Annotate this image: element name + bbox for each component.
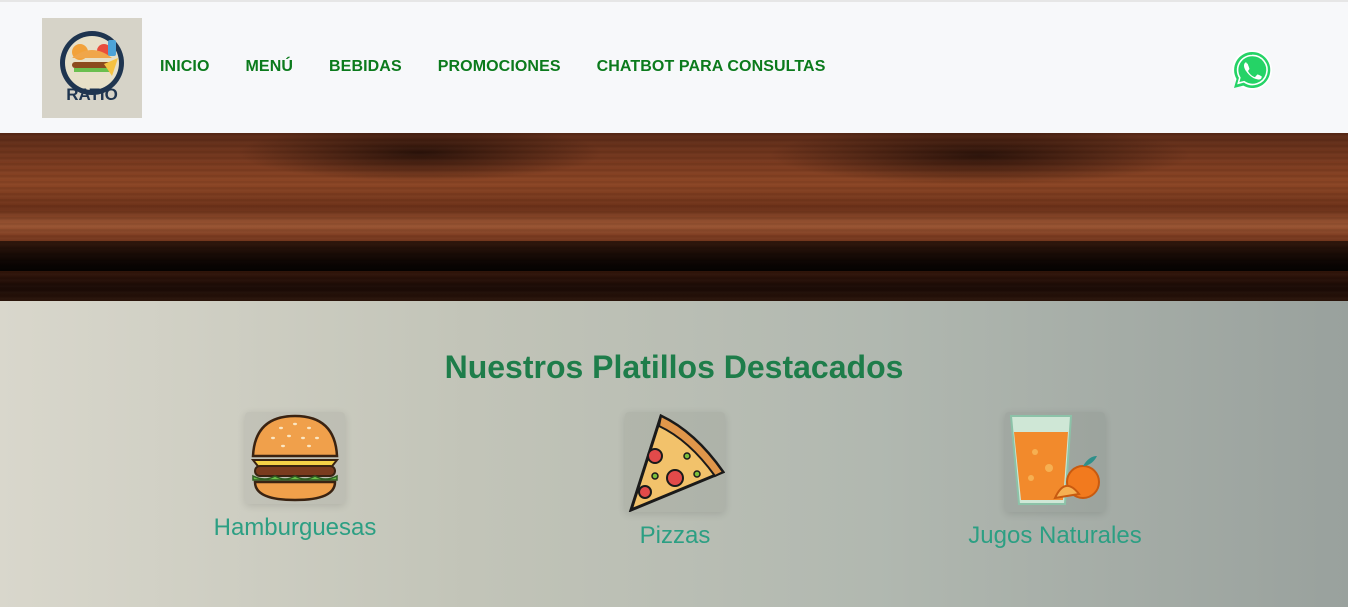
logo[interactable]: RATIO [42, 18, 142, 118]
logo-text: RATIO [66, 85, 118, 104]
whatsapp-icon [1232, 50, 1272, 90]
hero-banner [0, 133, 1348, 301]
pizza-icon [628, 413, 726, 513]
card-pizzas[interactable]: Pizzas [555, 412, 795, 550]
juice-icon [1009, 415, 1100, 505]
whatsapp-button[interactable] [1230, 48, 1274, 92]
pizza-image [625, 412, 726, 513]
hero-shadow [0, 241, 1348, 271]
card-label: Pizzas [639, 522, 711, 549]
site-header: RATIO INICIO MENÚ BEBIDAS PROMOCIONES CH… [0, 2, 1348, 133]
featured-section: Nuestros Platillos Destacados Hamburgues… [0, 301, 1348, 607]
card-hamburguesas[interactable]: Hamburguesas [175, 412, 415, 542]
section-title: Nuestros Platillos Destacados [444, 349, 904, 385]
logo-icon: RATIO [60, 31, 124, 104]
burger-image [245, 412, 345, 504]
hero-wood-texture [0, 133, 1348, 301]
card-label: Jugos Naturales [968, 522, 1142, 549]
juice-image [1005, 412, 1105, 512]
nav-menu[interactable]: MENÚ [246, 58, 294, 76]
card-jugos[interactable]: Jugos Naturales [935, 412, 1175, 550]
nav-chatbot[interactable]: CHATBOT PARA CONSULTAS [597, 58, 826, 76]
main-nav: INICIO MENÚ BEBIDAS PROMOCIONES CHATBOT … [160, 58, 861, 76]
nav-bebidas[interactable]: BEBIDAS [329, 58, 402, 76]
nav-promociones[interactable]: PROMOCIONES [438, 58, 561, 76]
nav-inicio[interactable]: INICIO [160, 58, 210, 76]
card-label: Hamburguesas [213, 514, 377, 541]
burger-icon [250, 414, 340, 502]
